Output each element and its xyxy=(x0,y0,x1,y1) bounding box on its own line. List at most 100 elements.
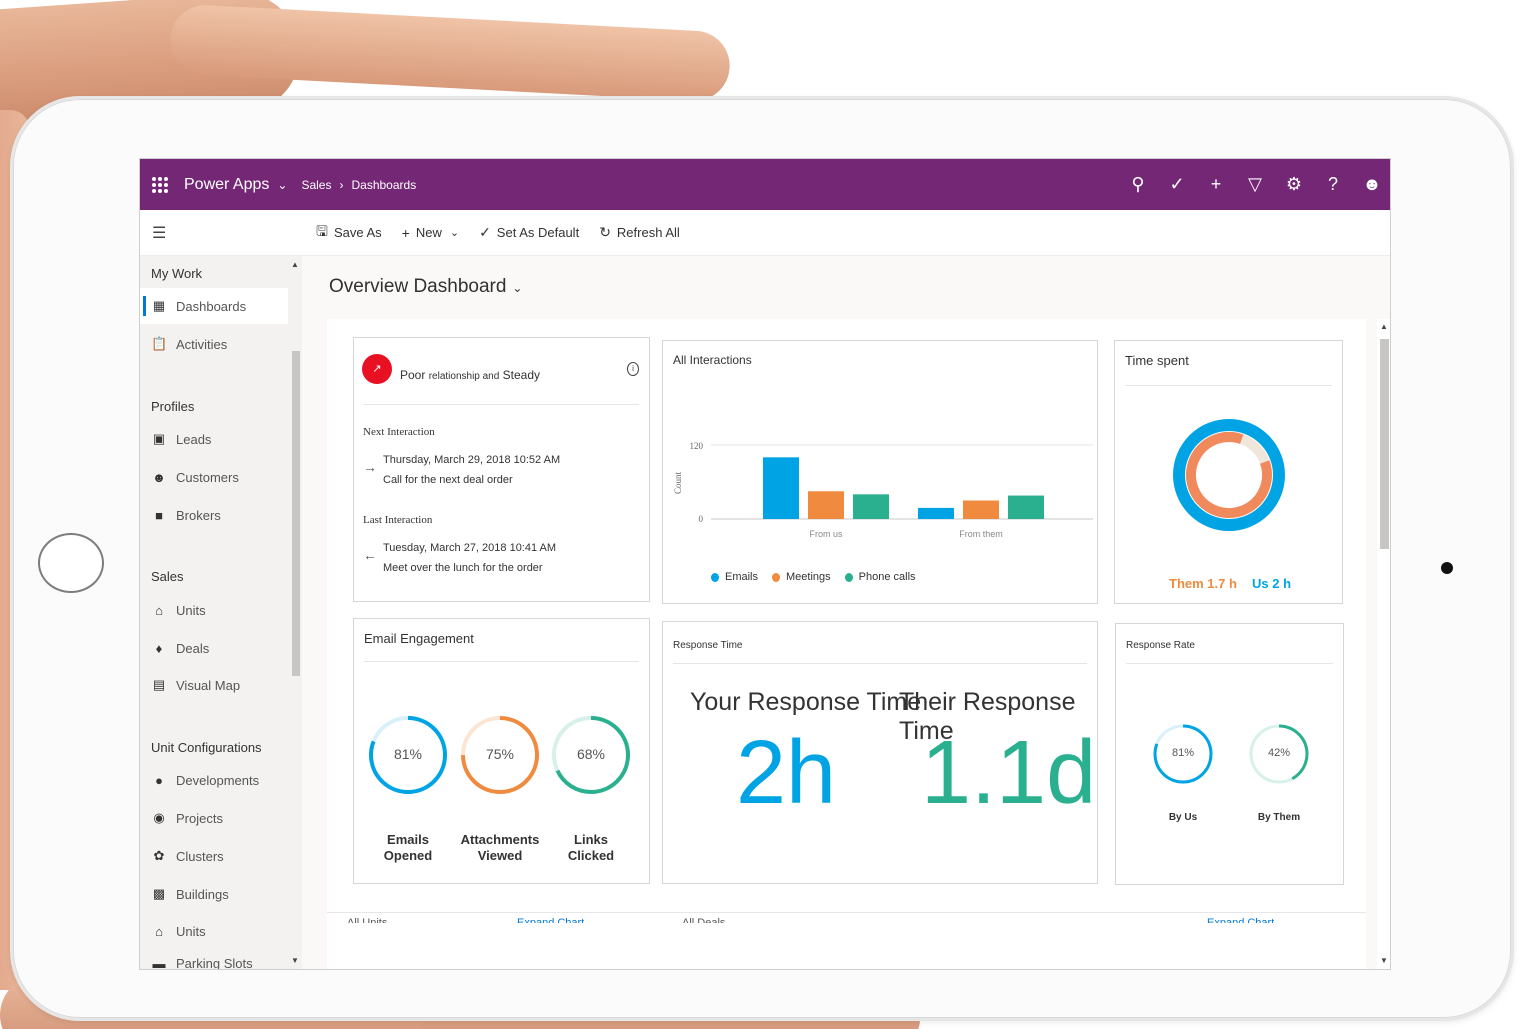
email-engagement-card: Email Engagement 81% 75% 68% Emails Opene… xyxy=(353,618,650,884)
sidebar-item-buildings[interactable]: ▩ Buildings xyxy=(140,876,288,912)
chevron-down-icon[interactable]: ⌄ xyxy=(450,226,459,239)
sidebar-item-deals[interactable]: ♦ Deals xyxy=(140,630,288,666)
save-as-button[interactable]: 🖫 Save As xyxy=(316,221,382,245)
location-icon: ◉ xyxy=(153,810,165,825)
sidebar-item-dashboards[interactable]: ▦ Dashboards xyxy=(140,288,288,324)
tablet-camera xyxy=(1441,562,1453,574)
task-icon[interactable]: ✓ xyxy=(1167,174,1187,195)
ring-label-line: Attachments xyxy=(460,832,540,847)
broker-icon: ■ xyxy=(155,507,163,523)
gear-icon[interactable]: ⚙ xyxy=(1284,174,1304,195)
ring-value: 68% xyxy=(576,746,606,762)
expand-chart-button[interactable]: Expand Chart xyxy=(1207,917,1274,923)
sidebar-item-label: Activities xyxy=(176,336,228,352)
ring-label-line: Links xyxy=(574,832,608,847)
main-scroll-thumb[interactable] xyxy=(1380,339,1389,549)
legend-phone-calls[interactable]: Phone calls xyxy=(844,571,916,583)
refresh-icon: ↻ xyxy=(599,224,611,240)
ring-value: 75% xyxy=(485,746,515,762)
sidebar-item-label: Brokers xyxy=(176,507,221,523)
search-icon[interactable]: ⚲ xyxy=(1128,174,1148,195)
legend-meetings[interactable]: Meetings xyxy=(772,571,831,583)
their-response-value: 1.1d xyxy=(921,723,1097,823)
sidebar-item-units[interactable]: ⌂ Units xyxy=(140,592,288,628)
hamburger-menu-icon[interactable]: ☰ xyxy=(152,223,168,243)
legend-swatch xyxy=(711,572,719,582)
set-default-button[interactable]: ✓ Set As Default xyxy=(479,224,579,241)
sidebar-item-units-2[interactable]: ⌂ Units xyxy=(140,913,288,949)
next-interaction-label: Next Interaction xyxy=(363,426,435,438)
your-response-label: Your Response Time xyxy=(690,688,922,716)
sidebar-item-projects[interactable]: ◉ Projects xyxy=(140,800,288,836)
chevron-down-icon[interactable]: ⌄ xyxy=(512,281,522,295)
sidebar-item-parking-slots[interactable]: ▬ Parking Slots xyxy=(140,950,288,969)
next-interaction-date: Thursday, March 29, 2018 10:52 AM xyxy=(383,454,561,466)
save-as-label: Save As xyxy=(333,225,382,240)
sidebar-item-clusters[interactable]: ✿ Clusters xyxy=(140,838,288,874)
rate-them-value: 42% xyxy=(1267,747,1291,759)
status-suffix: Steady xyxy=(502,368,541,382)
plus-icon: + xyxy=(401,224,410,241)
sidebar-item-brokers[interactable]: ■ Brokers xyxy=(140,497,288,533)
new-button[interactable]: + New ⌄ xyxy=(402,225,459,241)
photo-stage: Power Apps ⌄ Sales › Dashboards ⚲ ✓ + ▽ … xyxy=(0,0,1524,1029)
refresh-all-button[interactable]: ↻ Refresh All xyxy=(599,224,680,241)
sidebar-item-developments[interactable]: ● Developments xyxy=(140,762,288,798)
ring-label: Attachments Viewed xyxy=(455,832,545,864)
ring-label: Links Clicked xyxy=(551,832,631,864)
dashboard-icon: ▦ xyxy=(152,298,166,313)
checkmark-icon: ✓ xyxy=(479,224,491,240)
last-interaction-label: Last Interaction xyxy=(363,514,433,526)
relationship-poor-icon: ↗ xyxy=(362,354,392,384)
help-icon[interactable]: ? xyxy=(1323,174,1343,195)
building-icon: ▩ xyxy=(152,886,166,901)
sidebar-item-activities[interactable]: 📋 Activities xyxy=(140,326,288,362)
top-nav-bar: Power Apps ⌄ Sales › Dashboards ⚲ ✓ + ▽ … xyxy=(140,159,1390,210)
plus-icon[interactable]: + xyxy=(1206,174,1226,195)
bar-emails xyxy=(918,507,954,519)
legend-emails[interactable]: Emails xyxy=(711,571,758,583)
save-icon: 🖫 xyxy=(316,222,328,239)
sidebar-item-leads[interactable]: ▣ Leads xyxy=(140,421,288,457)
filter-icon[interactable]: ▽ xyxy=(1245,174,1265,195)
ring-value: 81% xyxy=(393,746,423,762)
refresh-all-label: Refresh All xyxy=(616,225,680,240)
info-icon[interactable]: i xyxy=(627,362,639,376)
y-tick-label: 120 xyxy=(690,441,704,451)
page-title: Overview Dashboard xyxy=(329,276,507,297)
group-unit-configurations: Unit Configurations xyxy=(151,740,262,755)
app-launcher-icon[interactable] xyxy=(152,176,168,193)
divider xyxy=(673,663,1087,664)
chevron-down-icon[interactable]: ⌄ xyxy=(277,178,287,192)
home-icon: ⌂ xyxy=(155,923,163,939)
bar-emails xyxy=(763,457,799,519)
rate-us-value: 81% xyxy=(1171,747,1195,759)
sidebar-item-label: Deals xyxy=(176,640,210,656)
legend-label: Meetings xyxy=(786,571,831,583)
expand-chart-button[interactable]: Expand Chart xyxy=(517,917,584,923)
sidebar-item-visual-map[interactable]: ▤ Visual Map xyxy=(140,667,288,703)
app-name[interactable]: Power Apps xyxy=(184,176,269,194)
sidebar-scroll-thumb[interactable] xyxy=(292,351,300,676)
deal-icon: ♦ xyxy=(155,640,163,656)
relationship-status: Poor relationship and Steady xyxy=(400,368,540,382)
scroll-down-icon[interactable]: ▼ xyxy=(291,956,299,965)
time-us-label: Us 2 h xyxy=(1252,576,1292,591)
sidebar-item-customers[interactable]: ☻ Customers xyxy=(140,459,288,495)
breadcrumb-dashboards[interactable]: Dashboards xyxy=(351,178,416,192)
sidebar-item-label: Customers xyxy=(176,469,239,485)
scroll-up-icon[interactable]: ▲ xyxy=(1380,322,1388,331)
legend-label: Phone calls xyxy=(858,571,916,583)
new-label: New xyxy=(415,225,442,240)
user-icon[interactable]: ☻ xyxy=(1362,174,1382,195)
scroll-down-icon[interactable]: ▼ xyxy=(1380,956,1388,965)
pin-icon: ● xyxy=(155,772,163,788)
group-sales: Sales xyxy=(151,569,184,584)
sidebar-item-label: Units xyxy=(176,602,206,618)
scroll-up-icon[interactable]: ▲ xyxy=(291,260,299,269)
contact-card-icon: ▣ xyxy=(152,431,166,446)
breadcrumb-sales[interactable]: Sales xyxy=(301,178,331,192)
ring-label-line: Viewed xyxy=(477,848,523,863)
dashboard-selector[interactable]: Overview Dashboard ⌄ xyxy=(329,276,522,298)
your-response-value: 2h xyxy=(736,723,837,823)
